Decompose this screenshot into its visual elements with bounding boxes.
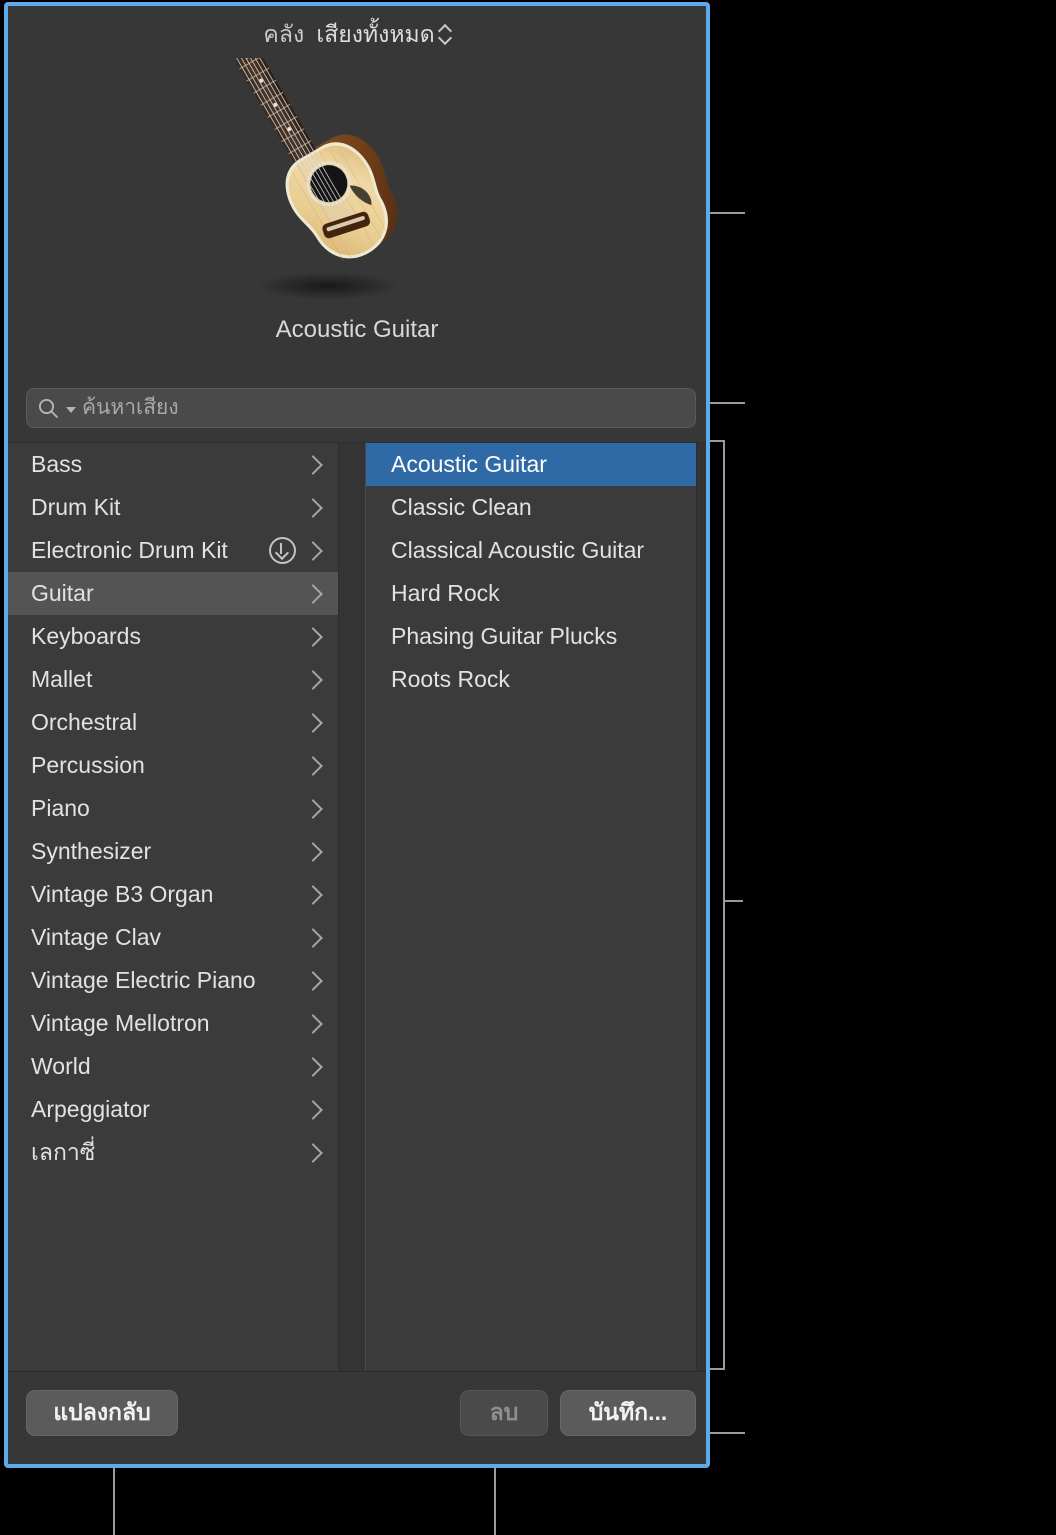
category-row[interactable]: เลกาซี่ <box>8 1131 338 1174</box>
chevron-right-icon <box>303 841 323 862</box>
delete-button[interactable]: ลบ <box>460 1390 548 1436</box>
column-tail <box>697 442 706 1372</box>
category-row[interactable]: Electronic Drum Kit <box>8 529 338 572</box>
chevron-right-icon <box>303 1013 323 1034</box>
preset-label: Phasing Guitar Plucks <box>391 623 618 649</box>
category-label: Vintage Electric Piano <box>31 967 256 993</box>
category-row[interactable]: Vintage B3 Organ <box>8 873 338 916</box>
sound-library-window: คลัง เสียงทั้งหมด Acoustic Guitar ค้นหาเ… <box>4 2 710 1468</box>
category-label: Arpeggiator <box>31 1096 150 1122</box>
preset-row[interactable]: Acoustic Guitar <box>366 443 696 486</box>
category-label: Vintage Mellotron <box>31 1010 210 1036</box>
callout-bracket-browser <box>723 440 725 1370</box>
preset-column[interactable]: Acoustic Guitar Classic Clean Classical Ac… <box>365 442 697 1372</box>
category-label: Percussion <box>31 752 145 778</box>
chevron-right-icon <box>303 497 323 518</box>
chevron-right-icon <box>303 1056 323 1077</box>
chevron-right-icon <box>303 626 323 647</box>
category-label: Guitar <box>31 580 94 606</box>
instrument-preview: Acoustic Guitar <box>8 58 706 358</box>
chevron-right-icon <box>303 669 323 690</box>
download-icon[interactable] <box>269 537 296 564</box>
library-footer: แปลงกลับ ลบ บันทึก... <box>8 1371 706 1464</box>
search-icon[interactable] <box>37 397 59 419</box>
category-label: Vintage Clav <box>31 924 161 950</box>
category-row[interactable]: Synthesizer <box>8 830 338 873</box>
chevron-right-icon <box>303 927 323 948</box>
category-label: Synthesizer <box>31 838 152 864</box>
chevron-right-icon <box>303 970 323 991</box>
chevron-right-icon <box>303 712 323 733</box>
chevron-right-icon <box>303 583 323 604</box>
category-label: Mallet <box>31 666 93 692</box>
category-row[interactable]: Vintage Clav <box>8 916 338 959</box>
category-row[interactable]: Arpeggiator <box>8 1088 338 1131</box>
preset-row[interactable]: Classical Acoustic Guitar <box>366 529 696 572</box>
category-label: Electronic Drum Kit <box>31 537 228 563</box>
library-header: คลัง เสียงทั้งหมด <box>8 6 706 64</box>
preset-label: Classic Clean <box>391 494 532 520</box>
acoustic-guitar-image <box>236 58 400 300</box>
search-input[interactable] <box>82 389 685 427</box>
preset-label: Roots Rock <box>391 666 510 692</box>
chevron-right-icon <box>303 884 323 905</box>
category-row[interactable]: Guitar <box>8 572 338 615</box>
column-gap <box>339 442 365 1372</box>
preset-label: Acoustic Guitar <box>391 451 547 477</box>
chevron-right-icon <box>303 454 323 475</box>
category-row[interactable]: Percussion <box>8 744 338 787</box>
library-scope-value: เสียงทั้งหมด <box>316 21 435 47</box>
category-label: Vintage B3 Organ <box>31 881 214 907</box>
category-row[interactable]: Keyboards <box>8 615 338 658</box>
category-label: Bass <box>31 451 83 477</box>
chevron-down-icon[interactable] <box>66 406 76 413</box>
category-row[interactable]: World <box>8 1045 338 1088</box>
category-row[interactable]: Piano <box>8 787 338 830</box>
category-row[interactable]: Vintage Mellotron <box>8 1002 338 1045</box>
category-label: Drum Kit <box>31 494 121 520</box>
chevron-right-icon <box>303 798 323 819</box>
library-title: คลัง <box>263 21 305 47</box>
category-row[interactable]: Bass <box>8 443 338 486</box>
category-label: World <box>31 1053 91 1079</box>
category-row[interactable]: Orchestral <box>8 701 338 744</box>
category-label: Keyboards <box>31 623 141 649</box>
chevron-right-icon <box>303 1099 323 1120</box>
category-label: Orchestral <box>31 709 138 735</box>
library-scope-popup-button[interactable]: เสียงทั้งหมด <box>316 17 450 53</box>
category-column[interactable]: Bass Drum Kit Electronic Drum Kit Guitar Key… <box>8 442 339 1372</box>
preset-label: Hard Rock <box>391 580 500 606</box>
preset-label: Classical Acoustic Guitar <box>391 537 645 563</box>
updown-chevron-icon <box>439 23 451 47</box>
preset-row[interactable]: Phasing Guitar Plucks <box>366 615 696 658</box>
chevron-right-icon <box>303 540 323 561</box>
preset-row[interactable]: Classic Clean <box>366 486 696 529</box>
revert-button[interactable]: แปลงกลับ <box>26 1390 178 1436</box>
callout-bracket-browser-tick <box>725 900 743 902</box>
chevron-right-icon <box>303 755 323 776</box>
browser-columns: Bass Drum Kit Electronic Drum Kit Guitar Key… <box>8 442 706 1372</box>
category-row[interactable]: Drum Kit <box>8 486 338 529</box>
preset-row[interactable]: Hard Rock <box>366 572 696 615</box>
category-label: เลกาซี่ <box>31 1138 96 1165</box>
sound-search-field[interactable] <box>26 388 696 428</box>
category-row[interactable]: Vintage Electric Piano <box>8 959 338 1002</box>
category-label: Piano <box>31 795 90 821</box>
preset-row[interactable]: Roots Rock <box>366 658 696 701</box>
category-row[interactable]: Mallet <box>8 658 338 701</box>
save-button[interactable]: บันทึก... <box>560 1390 696 1436</box>
instrument-name: Acoustic Guitar <box>275 316 439 343</box>
chevron-right-icon <box>303 1142 323 1163</box>
